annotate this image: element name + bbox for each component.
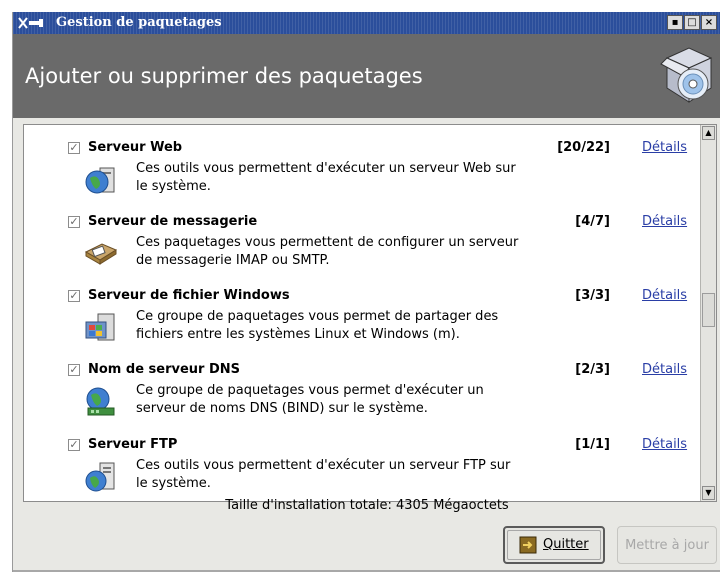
- window-title: Gestion de paquetages: [56, 15, 222, 30]
- group-name: Serveur de messagerie: [88, 214, 258, 229]
- close-button[interactable]: ×: [701, 15, 717, 30]
- description-line: Ces outils vous permettent d'exécuter un…: [136, 161, 516, 176]
- group-name: Serveur FTP: [88, 437, 178, 452]
- total-install-size: Taille d'installation totale: 4305 Mégao…: [225, 498, 509, 513]
- group-count: [2/3]: [575, 362, 610, 377]
- group-description: Ce groupe de paquetages vous permet de p…: [136, 308, 536, 344]
- page-title: Ajouter ou supprimer des paquetages: [25, 64, 423, 88]
- description-line: le système.: [136, 476, 211, 491]
- group-description: Ces paquetages vous permettent de config…: [136, 234, 536, 270]
- scroll-thumb[interactable]: [702, 293, 715, 327]
- web-server-globe-icon: [85, 167, 115, 194]
- group-name: Nom de serveur DNS: [88, 362, 241, 377]
- windows-file-server-icon: [85, 313, 115, 341]
- details-link[interactable]: Détails: [642, 436, 687, 454]
- group-checkbox[interactable]: ✓: [68, 290, 80, 302]
- software-package-cd-icon: [660, 47, 713, 103]
- group-count: [20/22]: [557, 140, 610, 155]
- mail-server-icon: [84, 243, 118, 265]
- vertical-scrollbar[interactable]: ▲ ▼: [700, 125, 716, 501]
- group-count: [3/3]: [575, 288, 610, 303]
- group-checkbox[interactable]: ✓: [68, 439, 80, 451]
- group-serveur-de-messagerie: ✓ Serveur de messagerie [4/7] Détails Ce…: [24, 210, 700, 284]
- group-count: [1/1]: [575, 437, 610, 452]
- group-checkbox[interactable]: ✓: [68, 142, 80, 154]
- package-group-list[interactable]: ✓ Serveur Web [20/22] Détails Ces outils…: [23, 124, 717, 502]
- description-line: fichiers entre les systèmes Linux et Win…: [136, 327, 460, 342]
- package-manager-window: Gestion de paquetages ▪ □ × Ajouter ou s…: [12, 12, 720, 572]
- description-line: serveur de noms DNS (BIND) sur le systèm…: [136, 401, 428, 416]
- group-serveur-ftp: ✓ Serveur FTP [1/1] Détails Ces outils v…: [24, 433, 700, 501]
- exit-door-icon: [519, 536, 537, 554]
- details-link[interactable]: Détails: [642, 213, 687, 231]
- update-button[interactable]: Mettre à jour: [617, 526, 717, 564]
- description-line: de messagerie IMAP ou SMTP.: [136, 253, 330, 268]
- group-name: Serveur de fichier Windows: [88, 288, 290, 303]
- ftp-server-icon: [85, 462, 115, 492]
- description-line: Ce groupe de paquetages vous permet de p…: [136, 309, 499, 324]
- group-checkbox[interactable]: ✓: [68, 216, 80, 228]
- details-link[interactable]: Détails: [642, 287, 687, 305]
- header-banner: Ajouter ou supprimer des paquetages: [13, 34, 720, 118]
- network-plug-icon: [18, 17, 43, 29]
- group-description: Ces outils vous permettent d'exécuter un…: [136, 457, 536, 493]
- group-checkbox[interactable]: ✓: [68, 364, 80, 376]
- arrow-down-icon: ▼: [705, 488, 712, 497]
- maximize-button[interactable]: □: [684, 15, 700, 30]
- description-line: le système.: [136, 179, 211, 194]
- group-name: Serveur Web: [88, 140, 183, 155]
- maximize-icon: □: [687, 17, 697, 28]
- group-serveur-web: ✓ Serveur Web [20/22] Détails Ces outils…: [24, 136, 700, 210]
- group-description: Ces outils vous permettent d'exécuter un…: [136, 160, 536, 196]
- minimize-icon: ▪: [671, 17, 679, 28]
- minimize-button[interactable]: ▪: [667, 15, 683, 30]
- details-link[interactable]: Détails: [642, 139, 687, 157]
- update-label: Mettre à jour: [625, 538, 709, 553]
- title-bar[interactable]: Gestion de paquetages ▪ □ ×: [13, 12, 720, 34]
- quit-button[interactable]: Quitter: [503, 526, 605, 564]
- description-line: Ce groupe de paquetages vous permet d'ex…: [136, 383, 484, 398]
- close-icon: ×: [704, 17, 714, 28]
- group-serveur-de-fichier-windows: ✓ Serveur de fichier Windows [3/3] Détai…: [24, 284, 700, 358]
- quit-label: Quitter: [543, 537, 589, 552]
- scroll-up-button[interactable]: ▲: [702, 126, 715, 140]
- dns-server-globe-icon: [86, 387, 115, 416]
- arrow-up-icon: ▲: [705, 128, 712, 137]
- group-nom-de-serveur-dns: ✓ Nom de serveur DNS [2/3] Détails Ce gr…: [24, 358, 700, 432]
- description-line: Ces paquetages vous permettent de config…: [136, 235, 519, 250]
- details-link[interactable]: Détails: [642, 361, 687, 379]
- group-count: [4/7]: [575, 214, 610, 229]
- description-line: Ces outils vous permettent d'exécuter un…: [136, 458, 511, 473]
- group-description: Ce groupe de paquetages vous permet d'ex…: [136, 382, 536, 418]
